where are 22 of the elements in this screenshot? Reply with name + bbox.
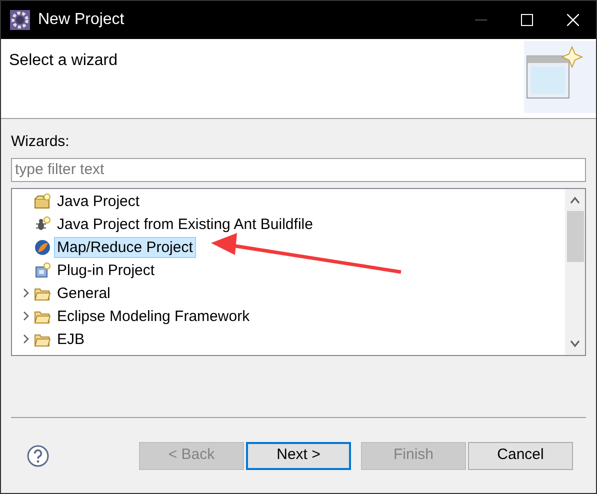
tree-item[interactable]: Java Project bbox=[54, 190, 143, 212]
maximize-icon bbox=[521, 14, 533, 26]
cancel-button[interactable]: Cancel bbox=[468, 442, 573, 470]
ball-icon bbox=[34, 238, 51, 256]
tree-item[interactable]: Eclipse Modeling Framework bbox=[54, 306, 253, 326]
help-icon[interactable] bbox=[27, 444, 49, 466]
next-button[interactable]: Next > bbox=[246, 442, 351, 470]
project-folder-icon bbox=[34, 192, 51, 210]
filter-field[interactable]: type filter text bbox=[11, 158, 586, 182]
scrollbar[interactable] bbox=[565, 188, 585, 354]
tree-item[interactable]: Plug-in Project bbox=[54, 260, 158, 280]
page-title: Select a wizard bbox=[9, 51, 118, 71]
close-icon bbox=[567, 14, 579, 26]
window-title: New Project bbox=[38, 10, 124, 30]
ant-icon bbox=[34, 216, 51, 232]
app-icon bbox=[10, 10, 30, 30]
tree-item[interactable]: Java Project from Existing Ant Buildfile bbox=[54, 214, 316, 234]
wizards-label: Wizards: bbox=[11, 132, 70, 152]
tree-item[interactable]: Map/Reduce Project bbox=[54, 236, 196, 258]
plugin-icon bbox=[34, 262, 51, 278]
tree-item[interactable]: General bbox=[54, 282, 114, 304]
tree-item[interactable]: EJB bbox=[54, 328, 88, 350]
